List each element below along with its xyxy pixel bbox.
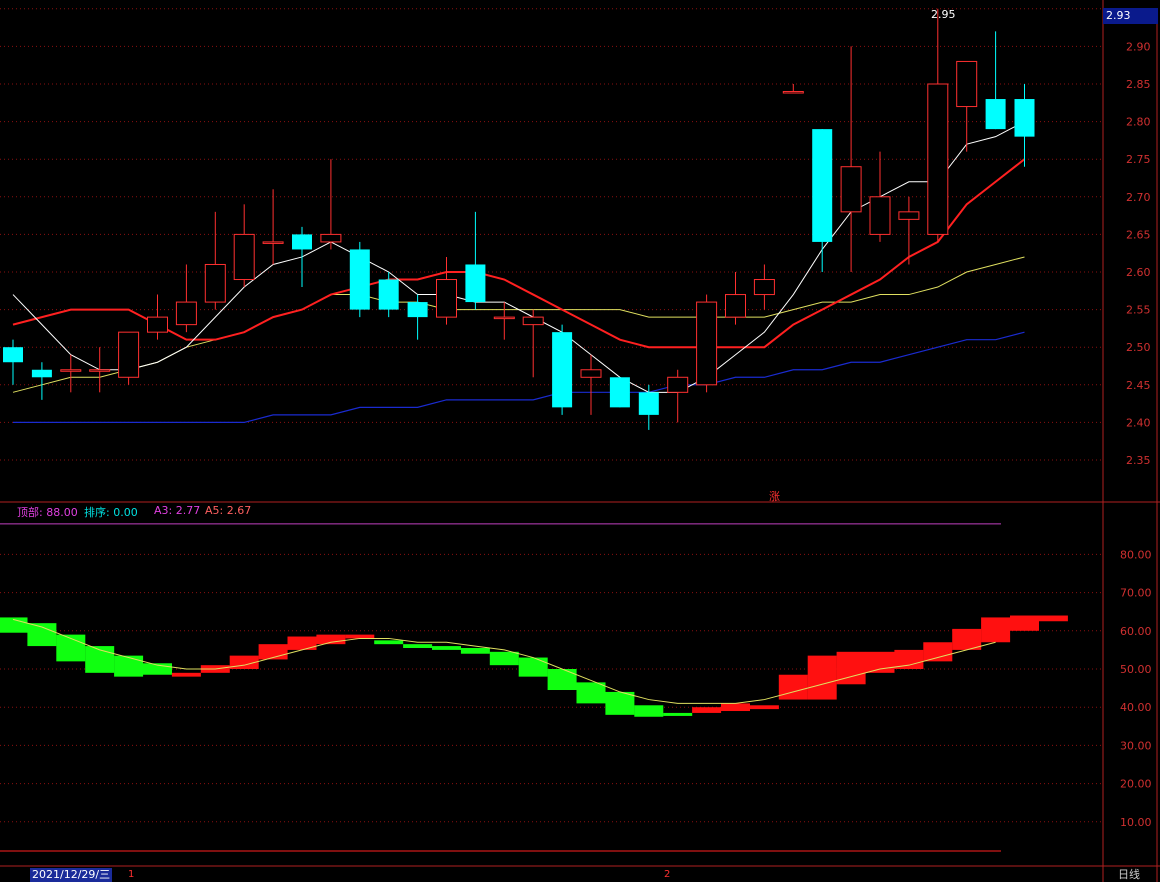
indicator-tick-label: 20.00	[1120, 778, 1152, 791]
candle-body	[436, 279, 457, 318]
date-label: 2021/12/29/三	[30, 868, 113, 882]
candle-body	[118, 331, 140, 378]
indicator-tick-label: 60.00	[1120, 625, 1152, 638]
candle-body	[782, 91, 804, 94]
ribbon-bar	[634, 705, 664, 717]
price-tick-label: 2.75	[1126, 153, 1151, 166]
indicator-tick-label: 80.00	[1120, 548, 1152, 561]
price-tick-label: 2.40	[1126, 416, 1151, 429]
candle-body	[869, 196, 891, 235]
ribbon-bar	[489, 651, 519, 666]
price-tick-label: 2.80	[1126, 116, 1151, 129]
ribbon-bar	[1038, 615, 1068, 622]
candle-body	[407, 302, 428, 318]
candle-body	[89, 369, 111, 372]
ribbon-bar	[692, 707, 722, 713]
candle-body	[1014, 99, 1035, 137]
candle-body	[840, 166, 862, 213]
segment-label-1: 1	[128, 869, 135, 880]
period-label[interactable]: 日线	[1118, 868, 1140, 882]
candle-body	[320, 233, 342, 243]
ribbon-bar	[605, 691, 635, 715]
ribbon-bar	[981, 617, 1011, 643]
candle-body	[580, 369, 602, 378]
candle-body	[233, 233, 255, 281]
indicator-tick-label: 40.00	[1120, 701, 1152, 714]
ribbon-bar	[721, 703, 750, 712]
ribbon-bar	[749, 705, 779, 710]
candle-body	[465, 264, 486, 303]
ribbon-bar	[547, 669, 577, 691]
ribbon-bar	[287, 636, 317, 650]
candle-body	[985, 99, 1006, 130]
price-tick-label: 2.60	[1126, 266, 1151, 279]
ribbon-bar	[778, 674, 808, 700]
candle-body	[204, 263, 226, 303]
price-tick-label: 2.65	[1126, 228, 1151, 241]
ribbon-bar	[923, 642, 953, 662]
candle-body	[753, 279, 775, 296]
candle-body	[609, 377, 630, 408]
ribbon-bar	[663, 712, 693, 716]
stock-chart: 2.90 2.85 2.80 2.75 2.70 2.65 2.60 2.55 2.50 2.45…	[0, 0, 1160, 882]
candle-body	[378, 279, 399, 310]
candle-body	[493, 316, 515, 320]
candle-body	[812, 129, 833, 242]
ma-blue-line	[13, 331, 1025, 423]
ribbon-bar	[807, 655, 837, 700]
ribbon-bar	[1010, 615, 1039, 631]
ribbon-bar	[518, 657, 548, 677]
last-price-box: 2.93	[1103, 8, 1158, 24]
price-tick-label: 2.90	[1126, 40, 1151, 53]
zhang-marker: 涨	[769, 490, 780, 503]
ribbon-bar	[114, 655, 144, 677]
candle-body	[31, 369, 52, 378]
ribbon-bar	[171, 672, 201, 677]
candle-body	[667, 376, 689, 393]
price-tick-label: 2.85	[1126, 78, 1151, 91]
ribbon-bar	[460, 647, 490, 654]
peak-price-label: 2.95	[931, 8, 956, 21]
ribbon-bar	[432, 646, 461, 650]
indicator-tick-label: 50.00	[1120, 663, 1152, 676]
ribbon-bar	[865, 651, 895, 673]
candle-body	[898, 211, 920, 220]
price-tick-label: 2.70	[1126, 191, 1151, 204]
ma-fast-line	[12, 121, 1025, 393]
price-tick-label: 2.35	[1126, 454, 1151, 467]
a5-label: A5: 2.67	[205, 504, 252, 517]
candle-body	[522, 316, 544, 326]
candle-body	[3, 347, 23, 363]
candle-body	[956, 60, 978, 108]
indicator-tick-label: 10.00	[1120, 816, 1152, 829]
candle-body	[60, 369, 82, 372]
indicator-tick-label: 70.00	[1120, 587, 1152, 600]
price-axis: 2.90 2.85 2.80 2.75 2.70 2.65 2.60 2.55 2.50 2.45…	[1120, 40, 1152, 828]
a3-label: A3: 2.77	[154, 504, 201, 517]
ribbon-bar	[403, 644, 433, 648]
price-tick-label: 2.45	[1126, 379, 1151, 392]
segment-label-2: 2	[664, 869, 671, 880]
price-tick-label: 2.55	[1126, 304, 1151, 317]
price-tick-label: 2.50	[1126, 341, 1151, 354]
candle-body	[927, 83, 949, 235]
candle-body	[552, 332, 573, 408]
indicator-chart-marks[interactable]	[0, 523, 1068, 852]
panel-frame	[0, 0, 1160, 882]
candle-body	[262, 241, 284, 244]
candle-body	[175, 301, 197, 326]
main-chart-marks[interactable]	[3, 8, 1035, 430]
candle-body	[292, 234, 312, 250]
indicator-tick-label: 30.00	[1120, 739, 1152, 752]
candle-body	[147, 316, 168, 333]
ribbon-bar	[345, 634, 375, 639]
candle-body	[725, 294, 746, 318]
candle-body	[349, 249, 370, 310]
candle-body	[638, 392, 659, 415]
pai-xu-label: 排序: 0.00	[84, 506, 138, 519]
ribbon-bar	[374, 640, 404, 645]
ribbon-bar	[576, 682, 606, 704]
ding-bu-label: 顶部: 88.00	[17, 506, 78, 519]
candle-body	[696, 301, 718, 386]
